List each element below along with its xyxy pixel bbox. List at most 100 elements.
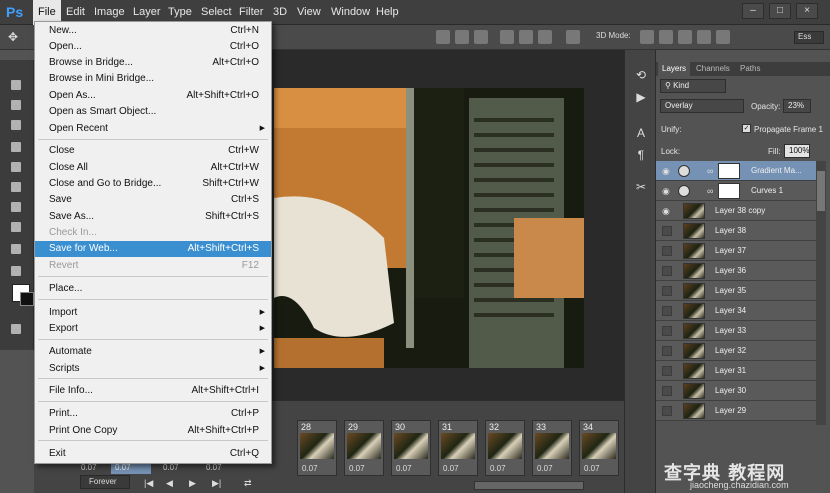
minimize-icon[interactable]: – bbox=[742, 3, 764, 19]
frame-delay[interactable]: 0.07 bbox=[111, 463, 151, 474]
menu-item-place[interactable]: Place... bbox=[35, 281, 271, 297]
timeline-scrollbar[interactable] bbox=[474, 481, 584, 490]
timeline-frame[interactable]: 31 0.07 bbox=[438, 420, 478, 476]
blend-mode-select[interactable]: Overlay bbox=[660, 99, 744, 113]
align-bottom-icon[interactable] bbox=[474, 30, 488, 44]
scrollbar-thumb[interactable] bbox=[817, 171, 825, 211]
layer-row[interactable]: Layer 36 bbox=[656, 261, 816, 281]
visibility-toggle[interactable] bbox=[662, 326, 672, 336]
visibility-toggle[interactable] bbox=[662, 286, 672, 296]
eye-icon[interactable]: ◉ bbox=[662, 206, 672, 216]
timeline-frame[interactable]: 34 0.07 bbox=[579, 420, 619, 476]
menu-item-exit[interactable]: Exit Ctrl+Q bbox=[35, 446, 271, 462]
eye-icon[interactable]: ◉ bbox=[662, 166, 672, 176]
move-tool-icon[interactable]: ✥ bbox=[8, 30, 22, 44]
menu-item-automate[interactable]: Automate ▶ bbox=[35, 344, 271, 360]
align-right-icon[interactable] bbox=[538, 30, 552, 44]
menu-view[interactable]: View bbox=[292, 0, 326, 25]
align-middle-icon[interactable] bbox=[455, 30, 469, 44]
layer-row[interactable]: ◉ Layer 38 copy bbox=[656, 201, 816, 221]
maximize-icon[interactable]: □ bbox=[769, 3, 791, 19]
path-selection-tool-icon[interactable] bbox=[9, 242, 23, 256]
workspace-select[interactable]: Ess bbox=[794, 31, 824, 44]
opacity-input[interactable]: 23% bbox=[783, 99, 811, 113]
layer-row[interactable]: Layer 38 bbox=[656, 221, 816, 241]
3d-rotate-icon[interactable] bbox=[640, 30, 654, 44]
visibility-toggle[interactable] bbox=[662, 366, 672, 376]
menu-item-save-for-web[interactable]: Save for Web... Alt+Shift+Ctrl+S bbox=[35, 241, 271, 257]
menu-item-save[interactable]: Save Ctrl+S bbox=[35, 192, 271, 208]
menu-item-open-as[interactable]: Open As... Alt+Shift+Ctrl+O bbox=[35, 88, 271, 104]
3d-roll-icon[interactable] bbox=[659, 30, 673, 44]
layer-row[interactable]: Layer 35 bbox=[656, 281, 816, 301]
menu-item-browse-mini-bridge[interactable]: Browse in Mini Bridge... bbox=[35, 71, 271, 87]
play-icon[interactable]: ▶ bbox=[189, 478, 196, 489]
first-frame-icon[interactable]: |◀ bbox=[144, 478, 153, 489]
menu-item-open-recent[interactable]: Open Recent ▶ bbox=[35, 121, 271, 137]
background-color-swatch[interactable] bbox=[20, 292, 34, 306]
visibility-toggle[interactable] bbox=[662, 266, 672, 276]
eyedropper-tool-icon[interactable] bbox=[9, 140, 23, 154]
close-icon[interactable]: × bbox=[796, 3, 818, 19]
layer-row[interactable]: Layer 29 bbox=[656, 401, 816, 421]
propagate-checkbox[interactable]: ✓ bbox=[742, 124, 751, 133]
3d-pan-icon[interactable] bbox=[678, 30, 692, 44]
blur-tool-icon[interactable] bbox=[9, 200, 23, 214]
align-center-icon[interactable] bbox=[519, 30, 533, 44]
loop-options-select[interactable]: Forever bbox=[80, 475, 130, 489]
frame-delay[interactable]: 0.07 bbox=[81, 463, 97, 472]
timeline-frame[interactable]: 32 0.07 bbox=[485, 420, 525, 476]
layer-row[interactable]: Layer 34 bbox=[656, 301, 816, 321]
timeline-frame[interactable]: 30 0.07 bbox=[391, 420, 431, 476]
menu-window[interactable]: Window bbox=[326, 0, 375, 25]
frame-delay[interactable]: 0.07 bbox=[163, 463, 179, 472]
history-icon[interactable]: ⟲ bbox=[634, 68, 648, 82]
eraser-tool-icon[interactable] bbox=[9, 180, 23, 194]
hand-tool-icon[interactable] bbox=[9, 264, 23, 278]
marquee-tool-icon[interactable] bbox=[9, 78, 23, 92]
3d-slide-icon[interactable] bbox=[697, 30, 711, 44]
canvas-image[interactable] bbox=[274, 88, 584, 368]
brush-tool-icon[interactable] bbox=[9, 160, 23, 174]
menu-item-new[interactable]: New... Ctrl+N bbox=[35, 23, 271, 39]
crop-tool-icon[interactable] bbox=[9, 118, 23, 132]
menu-item-close[interactable]: Close Ctrl+W bbox=[35, 143, 271, 159]
visibility-toggle[interactable] bbox=[662, 346, 672, 356]
menu-item-scripts[interactable]: Scripts ▶ bbox=[35, 361, 271, 377]
layer-row[interactable]: ◉ ∞ Gradient Ma... bbox=[656, 161, 816, 181]
menu-item-print[interactable]: Print... Ctrl+P bbox=[35, 406, 271, 422]
visibility-toggle[interactable] bbox=[662, 406, 672, 416]
layer-row[interactable]: Layer 30 bbox=[656, 381, 816, 401]
align-top-icon[interactable] bbox=[436, 30, 450, 44]
timeline-frame[interactable]: 33 0.07 bbox=[532, 420, 572, 476]
tab-layers[interactable]: Layers bbox=[658, 62, 691, 76]
visibility-toggle[interactable] bbox=[662, 306, 672, 316]
layer-mask-thumbnail[interactable] bbox=[718, 163, 740, 179]
actions-icon[interactable]: ▶ bbox=[634, 90, 648, 104]
3d-scale-icon[interactable] bbox=[716, 30, 730, 44]
menu-item-browse-bridge[interactable]: Browse in Bridge... Alt+Ctrl+O bbox=[35, 55, 271, 71]
lasso-tool-icon[interactable] bbox=[9, 98, 23, 112]
menu-item-open[interactable]: Open... Ctrl+O bbox=[35, 39, 271, 55]
next-frame-icon[interactable]: ▶| bbox=[212, 478, 221, 489]
paragraph-icon[interactable]: ¶ bbox=[634, 148, 648, 162]
menu-item-file-info[interactable]: File Info... Alt+Shift+Ctrl+I bbox=[35, 383, 271, 399]
distribute-icon[interactable] bbox=[566, 30, 580, 44]
layer-filter-select[interactable]: ⚲ Kind bbox=[660, 79, 726, 93]
quick-mask-icon[interactable] bbox=[9, 322, 23, 336]
menu-item-open-smart-object[interactable]: Open as Smart Object... bbox=[35, 104, 271, 120]
menu-item-close-all[interactable]: Close All Alt+Ctrl+W bbox=[35, 160, 271, 176]
menu-item-close-go-bridge[interactable]: Close and Go to Bridge... Shift+Ctrl+W bbox=[35, 176, 271, 192]
layer-row[interactable]: Layer 31 bbox=[656, 361, 816, 381]
layer-row[interactable]: ◉ ∞ Curves 1 bbox=[656, 181, 816, 201]
previous-frame-icon[interactable]: ◀ bbox=[166, 478, 173, 489]
layer-mask-thumbnail[interactable] bbox=[718, 183, 740, 199]
menu-item-save-as[interactable]: Save As... Shift+Ctrl+S bbox=[35, 209, 271, 225]
menu-item-print-one-copy[interactable]: Print One Copy Alt+Shift+Ctrl+P bbox=[35, 423, 271, 439]
tab-paths[interactable]: Paths bbox=[736, 62, 764, 76]
pen-tool-icon[interactable] bbox=[9, 220, 23, 234]
tween-icon[interactable]: ⇄ bbox=[244, 478, 252, 489]
character-icon[interactable]: A bbox=[634, 126, 648, 140]
visibility-toggle[interactable] bbox=[662, 386, 672, 396]
menu-item-export[interactable]: Export ▶ bbox=[35, 321, 271, 337]
